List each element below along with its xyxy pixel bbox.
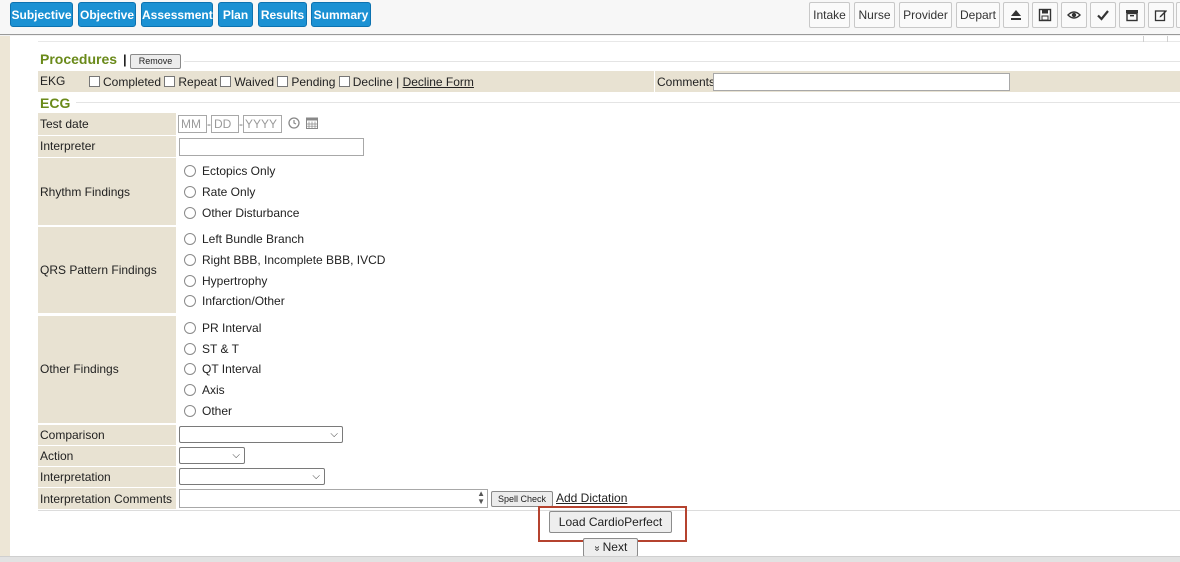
ectopics-only-label: Ectopics Only <box>202 164 276 178</box>
pr-interval-radio[interactable] <box>184 322 196 334</box>
date-day-placeholder: DD <box>214 117 232 131</box>
tab-assessment[interactable]: Assessment <box>141 2 213 27</box>
infarction-other-label: Infarction/Other <box>202 294 285 308</box>
more-toolbar-button[interactable] <box>1176 2 1180 28</box>
action-label: Action <box>40 449 74 463</box>
tab-summary[interactable]: Summary <box>311 2 371 27</box>
date-year-placeholder: YYYY <box>245 117 278 131</box>
save-icon[interactable] <box>1032 2 1058 28</box>
decline-checkbox[interactable]: Decline <box>338 75 393 89</box>
infarction-other-radio[interactable] <box>184 295 196 307</box>
hypertrophy-radio[interactable] <box>184 275 196 287</box>
right-bbb-radio[interactable] <box>184 254 196 266</box>
interp-comments-input[interactable]: ▲ ▼ <box>179 489 488 508</box>
left-bundle-branch-radio[interactable] <box>184 233 196 245</box>
qt-interval-label: QT Interval <box>202 362 262 376</box>
remove-button[interactable]: Remove <box>130 54 181 69</box>
archive-icon[interactable] <box>1119 2 1145 28</box>
qrs-label: QRS Pattern Findings <box>40 263 157 277</box>
interpretation-select[interactable]: ⌵ <box>179 468 325 485</box>
axis-radio[interactable] <box>184 384 196 396</box>
comments-input[interactable] <box>713 73 1010 91</box>
pr-interval-label: PR Interval <box>202 321 262 335</box>
completed-checkbox[interactable]: Completed <box>89 75 161 89</box>
pending-checkbox[interactable]: Pending <box>277 75 335 89</box>
hypertrophy-label: Hypertrophy <box>202 274 268 288</box>
eject-icon[interactable] <box>1003 2 1029 28</box>
other-label: Other <box>202 404 233 418</box>
divider <box>1167 36 1168 42</box>
rhythm-label: Rhythm Findings <box>40 185 131 199</box>
waived-label: Waived <box>234 75 274 89</box>
left-gutter <box>0 36 10 562</box>
axis-label: Axis <box>202 383 225 397</box>
top-toolbar: Subjective Objective Assessment Plan Res… <box>0 0 1180 35</box>
rate-only-label: Rate Only <box>202 185 256 199</box>
test-date-label: Test date <box>40 117 89 131</box>
add-dictation-link[interactable]: Add Dictation <box>556 491 627 505</box>
double-chevron-down-icon: » <box>590 545 602 552</box>
bottom-bar <box>0 556 1180 562</box>
divider <box>184 61 1180 62</box>
comparison-label: Comparison <box>40 428 105 442</box>
other-disturbance-label: Other Disturbance <box>202 206 300 220</box>
tab-subjective[interactable]: Subjective <box>10 2 73 27</box>
pipe-separator: | <box>396 75 400 89</box>
chevron-down-icon: ⌵ <box>312 471 320 482</box>
other-disturbance-radio[interactable] <box>184 207 196 219</box>
calendar-icon[interactable] <box>306 116 318 132</box>
title-separator: | <box>123 52 127 67</box>
other-radio[interactable] <box>184 405 196 417</box>
waived-checkbox[interactable]: Waived <box>220 75 274 89</box>
decline-label: Decline <box>352 75 393 89</box>
next-button[interactable]: » Next <box>583 538 638 557</box>
depart-button[interactable]: Depart <box>956 2 1000 28</box>
spell-check-button[interactable]: Spell Check <box>491 491 553 507</box>
interp-comments-label: Interpretation Comments <box>40 492 173 506</box>
interpretation-label: Interpretation <box>40 470 111 484</box>
st-t-radio[interactable] <box>184 343 196 355</box>
interpreter-label: Interpreter <box>40 139 96 153</box>
right-bbb-label: Right BBB, Incomplete BBB, IVCD <box>202 253 386 267</box>
interpreter-textarea[interactable] <box>179 138 364 156</box>
pending-label: Pending <box>291 75 336 89</box>
spinner-icon[interactable]: ▲ ▼ <box>477 490 485 506</box>
nurse-button[interactable]: Nurse <box>854 2 895 28</box>
provider-button[interactable]: Provider <box>899 2 952 28</box>
intake-button[interactable]: Intake <box>809 2 850 28</box>
tab-results[interactable]: Results <box>258 2 307 27</box>
decline-form-link[interactable]: Decline Form <box>403 75 474 89</box>
load-cardioperfect-button[interactable]: Load CardioPerfect <box>549 511 672 533</box>
rate-only-radio[interactable] <box>184 186 196 198</box>
eye-icon[interactable] <box>1061 2 1087 28</box>
repeat-checkbox[interactable]: Repeat <box>164 75 217 89</box>
check-icon[interactable] <box>1090 2 1116 28</box>
ekg-label: EKG <box>40 74 66 88</box>
action-select[interactable]: ⌵ <box>179 447 245 464</box>
left-bundle-branch-label: Left Bundle Branch <box>202 232 305 246</box>
date-month-placeholder: MM <box>181 117 201 131</box>
procedures-title: Procedures <box>40 51 118 67</box>
st-t-label: ST & T <box>202 342 239 356</box>
completed-label: Completed <box>103 75 162 89</box>
repeat-label: Repeat <box>178 75 218 89</box>
chevron-down-icon: ⌵ <box>232 450 240 461</box>
divider <box>38 41 1180 42</box>
comparison-select[interactable]: ⌵ <box>179 426 343 443</box>
tab-objective[interactable]: Objective <box>78 2 136 27</box>
chevron-down-icon: ⌵ <box>330 429 338 440</box>
ecg-title: ECG <box>40 95 71 111</box>
clock-icon[interactable] <box>288 117 300 132</box>
ekg-checks: Completed Repeat Waived Pending Decline … <box>89 75 474 89</box>
ectopics-only-radio[interactable] <box>184 165 196 177</box>
divider <box>1143 36 1144 42</box>
next-label: Next <box>602 540 628 554</box>
edit-icon[interactable] <box>1148 2 1174 28</box>
other-findings-label: Other Findings <box>40 362 119 376</box>
tab-plan[interactable]: Plan <box>218 2 253 27</box>
divider <box>76 102 1180 103</box>
comments-label: Comments <box>657 75 716 89</box>
qt-interval-radio[interactable] <box>184 363 196 375</box>
comments-cell <box>654 71 655 92</box>
